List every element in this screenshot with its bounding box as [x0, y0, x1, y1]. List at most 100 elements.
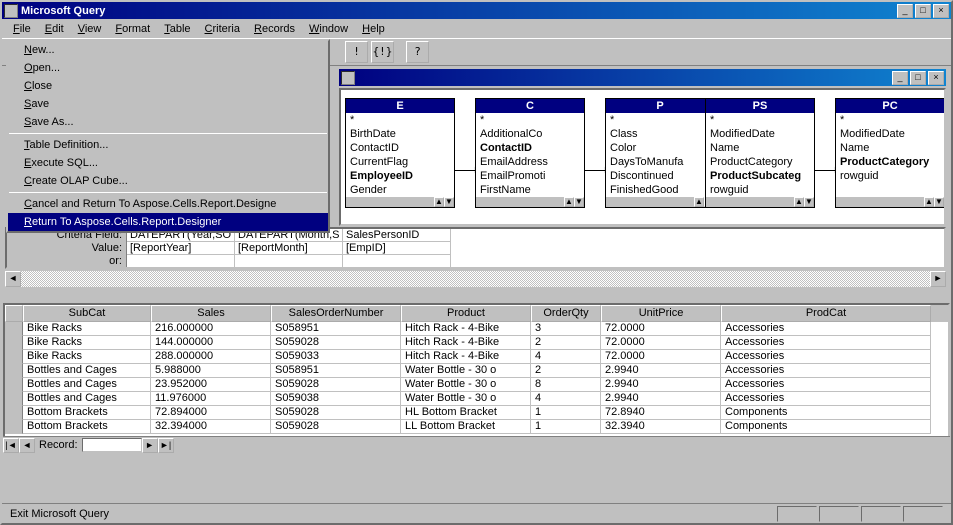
column-header[interactable]: Product [401, 305, 531, 322]
record-prev-button[interactable]: ◄ [19, 438, 35, 453]
criteria-column[interactable]: SalesPersonID[EmpID] [343, 229, 451, 267]
record-next-button[interactable]: ► [142, 438, 158, 453]
menu-table[interactable]: Table [157, 21, 197, 37]
scroll-up-icon[interactable]: ▲ [694, 197, 704, 207]
record-input[interactable] [82, 438, 142, 452]
file-menu-item[interactable]: Save As... [8, 113, 328, 131]
menu-format[interactable]: Format [108, 21, 157, 37]
menu-window[interactable]: Window [302, 21, 355, 37]
column-header[interactable]: ProdCat [721, 305, 931, 322]
column-header[interactable]: Sales [151, 305, 271, 322]
menu-edit[interactable]: Edit [38, 21, 71, 37]
table-row[interactable]: Bottles and Cages11.976000S059038Water B… [5, 392, 948, 406]
table-box-E[interactable]: E*BirthDateContactIDCurrentFlagEmployeeI… [345, 98, 455, 208]
table-field[interactable]: ProductSubcateg [706, 169, 814, 183]
criteria-column[interactable]: DATEPART(Month,S[ReportMonth] [235, 229, 343, 267]
scroll-up-icon[interactable]: ▲ [794, 197, 804, 207]
column-header[interactable]: UnitPrice [601, 305, 721, 322]
file-menu-item[interactable]: Close [8, 77, 328, 95]
query-close-button[interactable]: × [928, 71, 944, 85]
column-header[interactable]: SalesOrderNumber [271, 305, 401, 322]
file-menu-item[interactable]: Return To Aspose.Cells.Report.Designer [8, 213, 328, 231]
table-row[interactable]: Bottles and Cages23.952000S059028Water B… [5, 378, 948, 392]
scroll-up-icon[interactable]: ▲ [924, 197, 934, 207]
table-field[interactable]: * [836, 113, 944, 127]
table-field[interactable]: rowguid [836, 169, 944, 183]
record-first-button[interactable]: |◄ [3, 438, 19, 453]
table-box-C[interactable]: C*AdditionalCoContactIDEmailAddressEmail… [475, 98, 585, 208]
scroll-left-icon[interactable]: ◄ [5, 271, 21, 287]
criteria-column[interactable]: DATEPART(Year,SO[ReportYear] [127, 229, 235, 267]
table-field[interactable]: EmailAddress [476, 155, 584, 169]
table-row[interactable]: Bike Racks288.000000S059033Hitch Rack - … [5, 350, 948, 364]
scroll-up-icon[interactable]: ▲ [564, 197, 574, 207]
criteria-hscroll[interactable]: ◄ ► [5, 271, 946, 287]
file-menu-item[interactable]: Create OLAP Cube... [8, 172, 328, 190]
table-box-PC[interactable]: PC*ModifiedDateNameProductCategoryrowgui… [835, 98, 945, 208]
table-box-P[interactable]: P*ClassColorDaysToManufaDiscontinuedFini… [605, 98, 715, 208]
query-minimize-button[interactable]: _ [892, 71, 908, 85]
record-last-button[interactable]: ►| [158, 438, 174, 453]
table-field[interactable]: EmployeeID [346, 169, 454, 183]
table-field[interactable]: ModifiedDate [836, 127, 944, 141]
table-field[interactable]: ContactID [346, 141, 454, 155]
toolbar-help-icon[interactable]: ? [406, 41, 429, 63]
table-field[interactable]: * [346, 113, 454, 127]
statusbar: Exit Microsoft Query [2, 503, 951, 523]
close-button[interactable]: × [933, 4, 949, 18]
table-field[interactable]: Discontinued [606, 169, 714, 183]
scroll-down-icon[interactable]: ▼ [804, 197, 814, 207]
scroll-down-icon[interactable]: ▼ [934, 197, 944, 207]
table-field[interactable]: ContactID [476, 141, 584, 155]
record-bar: |◄ ◄ Record: ► ►| [3, 436, 950, 453]
minimize-button[interactable]: _ [897, 4, 913, 18]
table-field[interactable]: ProductCategory [836, 155, 944, 169]
scroll-right-icon[interactable]: ► [930, 271, 946, 287]
table-field[interactable]: ProductCategory [706, 155, 814, 169]
table-field[interactable]: CurrentFlag [346, 155, 454, 169]
table-row[interactable]: Bike Racks216.000000S058951Hitch Rack - … [5, 322, 948, 336]
table-field[interactable]: FirstName [476, 183, 584, 197]
file-menu-item[interactable]: Execute SQL... [8, 154, 328, 172]
file-menu-item[interactable]: New... [8, 41, 328, 59]
menu-help[interactable]: Help [355, 21, 392, 37]
toolbar-runall-icon[interactable]: {!} [371, 41, 394, 63]
table-field[interactable]: Name [836, 141, 944, 155]
menu-view[interactable]: View [71, 21, 109, 37]
join-link [455, 170, 475, 171]
table-row[interactable]: Bottles and Cages5.988000S058951Water Bo… [5, 364, 948, 378]
query-maximize-button[interactable]: □ [910, 71, 926, 85]
table-field[interactable]: * [706, 113, 814, 127]
file-menu-item[interactable]: Open... [8, 59, 328, 77]
table-field[interactable]: Class [606, 127, 714, 141]
table-field[interactable]: Gender [346, 183, 454, 197]
column-header[interactable]: SubCat [23, 305, 151, 322]
table-row[interactable]: Bottom Brackets32.394000S059028LL Bottom… [5, 420, 948, 434]
table-row[interactable]: Bottom Brackets72.894000S059028HL Bottom… [5, 406, 948, 420]
menu-records[interactable]: Records [247, 21, 302, 37]
table-field[interactable]: Color [606, 141, 714, 155]
table-row[interactable]: Bike Racks144.000000S059028Hitch Rack - … [5, 336, 948, 350]
table-field[interactable]: DaysToManufa [606, 155, 714, 169]
table-field[interactable]: Name [706, 141, 814, 155]
menu-file[interactable]: File [6, 21, 38, 37]
toolbar-run-icon[interactable]: ! [345, 41, 368, 63]
column-header[interactable]: OrderQty [531, 305, 601, 322]
file-menu-item[interactable]: Save [8, 95, 328, 113]
scroll-down-icon[interactable]: ▼ [574, 197, 584, 207]
table-field[interactable]: ModifiedDate [706, 127, 814, 141]
file-menu-item[interactable]: Table Definition... [8, 136, 328, 154]
table-field[interactable]: AdditionalCo [476, 127, 584, 141]
file-menu-item[interactable]: Cancel and Return To Aspose.Cells.Report… [8, 195, 328, 213]
menu-criteria[interactable]: Criteria [198, 21, 247, 37]
scroll-up-icon[interactable]: ▲ [434, 197, 444, 207]
maximize-button[interactable]: □ [915, 4, 931, 18]
table-field[interactable]: rowguid [706, 183, 814, 197]
table-box-PS[interactable]: PS*ModifiedDateNameProductCategoryProduc… [705, 98, 815, 208]
table-field[interactable]: BirthDate [346, 127, 454, 141]
scroll-down-icon[interactable]: ▼ [444, 197, 454, 207]
table-field[interactable]: * [476, 113, 584, 127]
table-field[interactable]: FinishedGood [606, 183, 714, 197]
table-field[interactable]: EmailPromoti [476, 169, 584, 183]
table-field[interactable]: * [606, 113, 714, 127]
